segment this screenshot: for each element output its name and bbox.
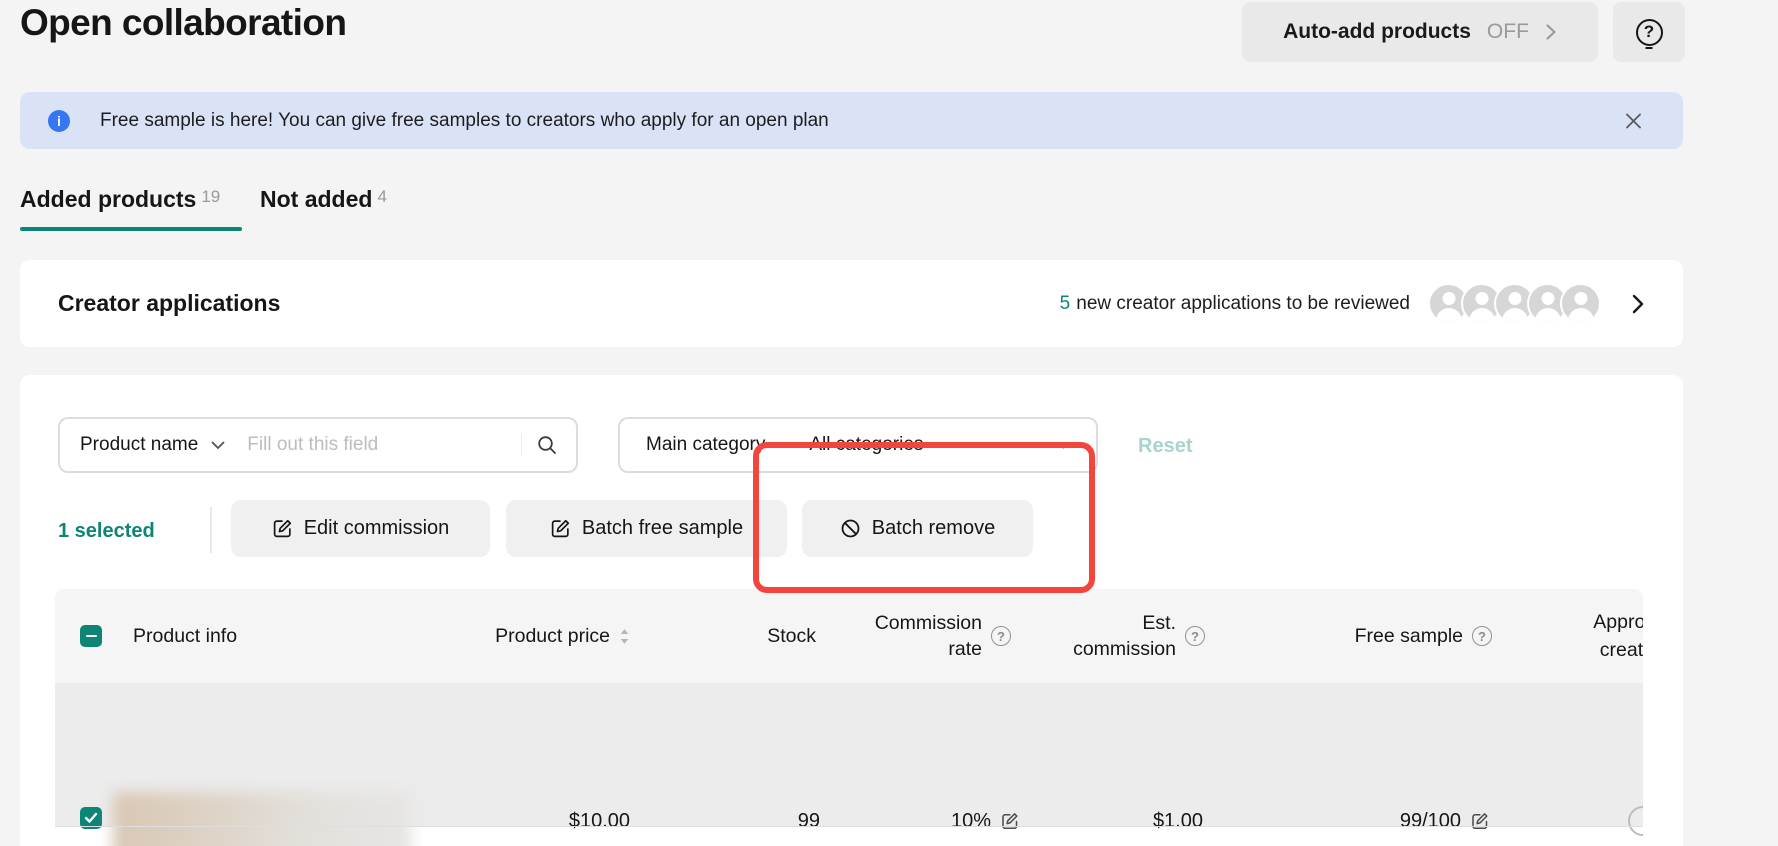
commission-rate-value: 10% bbox=[951, 810, 991, 833]
tab-label: Added products bbox=[20, 186, 196, 212]
batch-free-sample-button[interactable]: Batch free sample bbox=[506, 500, 787, 557]
category-value: All categories bbox=[809, 434, 923, 456]
selected-count: 1 selected bbox=[58, 503, 155, 560]
chevron-right-icon bbox=[1545, 23, 1557, 41]
divider bbox=[55, 826, 1643, 827]
column-header-label: Approved creators bbox=[1580, 608, 1643, 664]
tab-added-products[interactable]: Added products 19 bbox=[20, 186, 220, 213]
table-row: ... $10.00 99 10% $1.00 99/100 bbox=[55, 683, 1643, 826]
column-header-stock: Stock bbox=[655, 589, 816, 683]
column-header-label: Product price bbox=[495, 625, 610, 648]
cell-est-commission: $1.00 bbox=[1005, 799, 1203, 843]
tab-count-badge: 4 bbox=[377, 187, 386, 206]
close-icon[interactable] bbox=[1624, 111, 1643, 130]
help-button[interactable] bbox=[1613, 2, 1685, 62]
edit-commission-label: Edit commission bbox=[304, 517, 450, 540]
sort-icon[interactable] bbox=[619, 628, 630, 645]
auto-add-products-state: OFF bbox=[1487, 20, 1529, 44]
tab-count-badge: 19 bbox=[201, 187, 220, 206]
products-card: Product name Main category All categorie… bbox=[20, 375, 1683, 846]
column-header-product-price[interactable]: Product price bbox=[385, 589, 630, 683]
column-header-commission-rate: Commission rate bbox=[825, 589, 1011, 683]
cell-stock: 99 bbox=[655, 799, 820, 843]
search-field-label: Product name bbox=[80, 434, 198, 456]
products-table: Product info Product price Stock Commiss… bbox=[55, 589, 1643, 846]
avatar-group bbox=[1428, 283, 1601, 324]
edit-commission-button[interactable]: Edit commission bbox=[231, 500, 490, 557]
question-lamp-icon bbox=[1636, 19, 1663, 46]
reset-button[interactable]: Reset bbox=[1138, 435, 1192, 458]
column-header-label: Free sample bbox=[1355, 625, 1463, 648]
batch-remove-label: Batch remove bbox=[872, 517, 995, 540]
question-circle-icon[interactable] bbox=[1472, 626, 1492, 646]
cell-product-price: $10.00 bbox=[385, 799, 630, 843]
search-icon[interactable] bbox=[536, 434, 558, 456]
tab-not-added[interactable]: Not added 4 bbox=[260, 186, 387, 213]
applications-message-text: new creator applications to be reviewed bbox=[1076, 293, 1410, 314]
cell-commission-rate: 10% bbox=[825, 799, 1020, 843]
open-collaboration-page: Open collaboration Auto-add products OFF… bbox=[0, 0, 1778, 846]
page-title: Open collaboration bbox=[20, 0, 346, 48]
info-icon bbox=[48, 110, 70, 132]
category-label: Main category bbox=[646, 434, 765, 456]
auto-add-products-label: Auto-add products bbox=[1283, 20, 1471, 44]
auto-add-products-button[interactable]: Auto-add products OFF bbox=[1242, 2, 1598, 62]
search-field-selector[interactable]: Product name bbox=[80, 434, 225, 456]
table-header: Product info Product price Stock Commiss… bbox=[55, 589, 1643, 683]
select-all-checkbox[interactable] bbox=[80, 625, 102, 647]
edit-icon bbox=[550, 518, 571, 539]
avatar bbox=[1560, 283, 1601, 324]
column-header-label: Commission rate bbox=[860, 610, 982, 662]
divider bbox=[521, 434, 522, 456]
search-input[interactable] bbox=[245, 433, 521, 457]
approved-creators-indicator bbox=[1628, 806, 1643, 836]
column-header-approved-creators: Approved creators bbox=[1555, 589, 1643, 683]
batch-free-sample-label: Batch free sample bbox=[582, 517, 743, 540]
free-sample-banner: Free sample is here! You can give free s… bbox=[20, 92, 1683, 149]
cell-free-sample: 99/100 bbox=[1285, 799, 1490, 843]
product-search-box: Product name bbox=[58, 417, 578, 473]
creator-applications-title: Creator applications bbox=[58, 260, 280, 347]
chevron-down-icon bbox=[211, 441, 225, 450]
column-header-label: Est. commission bbox=[1054, 610, 1176, 662]
column-header-free-sample: Free sample bbox=[1285, 589, 1492, 683]
free-sample-value: 99/100 bbox=[1400, 810, 1461, 833]
active-tab-underline bbox=[20, 227, 242, 231]
main-category-select[interactable]: Main category All categories bbox=[618, 417, 1098, 473]
ban-icon bbox=[840, 518, 861, 539]
product-image bbox=[113, 792, 412, 846]
column-header-est-commission: Est. commission bbox=[1005, 589, 1205, 683]
banner-text: Free sample is here! You can give free s… bbox=[100, 110, 829, 132]
batch-remove-button[interactable]: Batch remove bbox=[802, 500, 1033, 557]
applications-message: 5new creator applications to be reviewed bbox=[1060, 293, 1410, 315]
question-circle-icon[interactable] bbox=[1185, 626, 1205, 646]
divider bbox=[210, 507, 212, 553]
chevron-down-icon bbox=[1057, 441, 1070, 450]
creator-applications-card: Creator applications 5new creator applic… bbox=[20, 260, 1683, 347]
applications-count: 5 bbox=[1060, 293, 1071, 314]
chevron-right-icon bbox=[1631, 293, 1645, 315]
tab-label: Not added bbox=[260, 186, 372, 212]
creator-applications-review-link[interactable]: 5new creator applications to be reviewed bbox=[1060, 260, 1645, 347]
edit-icon[interactable] bbox=[1470, 811, 1490, 831]
column-header-product-info: Product info bbox=[133, 589, 237, 683]
edit-icon bbox=[272, 518, 293, 539]
